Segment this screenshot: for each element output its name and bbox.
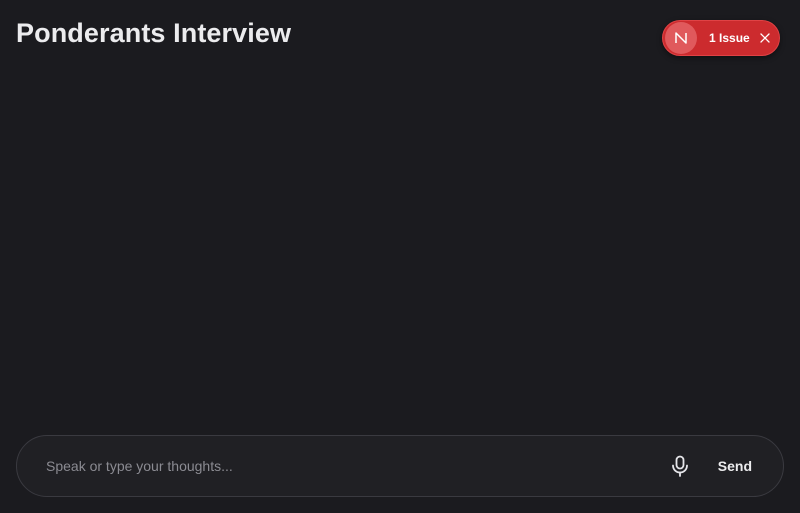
- next-logo-icon: [665, 22, 697, 54]
- message-composer: Send: [16, 435, 784, 497]
- issues-count-label: 1 Issue: [709, 31, 750, 45]
- issues-badge[interactable]: 1 Issue: [662, 20, 780, 56]
- close-icon[interactable]: [758, 31, 772, 45]
- page-title: Ponderants Interview: [16, 18, 292, 48]
- send-button[interactable]: Send: [718, 458, 752, 474]
- app-window: Ponderants Interview 1 Issue Send: [0, 0, 800, 513]
- microphone-icon[interactable]: [666, 452, 694, 480]
- message-input[interactable]: [17, 436, 666, 496]
